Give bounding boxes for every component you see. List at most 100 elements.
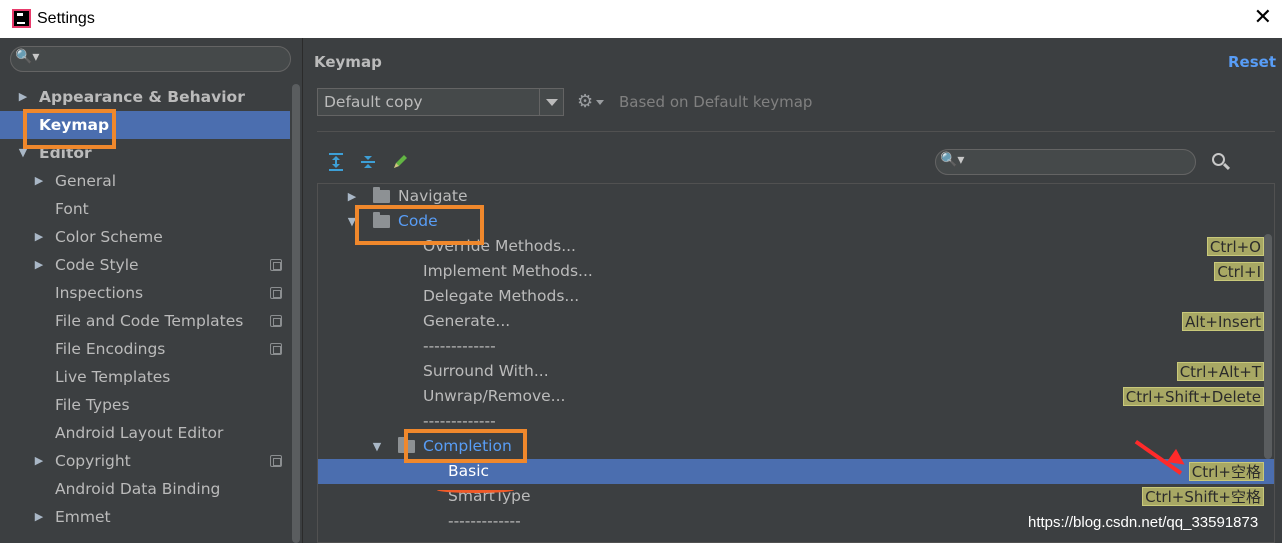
action-label: Unwrap/Remove... [423, 387, 566, 405]
settings-search-input[interactable]: 🔍▾ [10, 46, 291, 72]
sidebar-item-color-scheme[interactable]: ▶ Color Scheme [0, 223, 288, 251]
shortcut-badge: Ctrl+I [1214, 262, 1264, 281]
tree-node-label: Navigate [398, 187, 468, 205]
scrollbar-thumb[interactable] [1264, 234, 1272, 459]
scrollbar-thumb[interactable] [292, 84, 300, 543]
sidebar-item-label: Code Style [55, 256, 139, 274]
edit-pencil-icon[interactable] [391, 153, 409, 171]
settings-sidebar: 🔍▾ ▶ Appearance & Behavior Keymap ▼ Edit… [0, 38, 303, 543]
sidebar-item-editor[interactable]: ▼ Editor [0, 139, 288, 167]
collapse-all-icon[interactable] [359, 153, 377, 171]
find-by-shortcut-icon[interactable] [1210, 151, 1232, 173]
reset-link[interactable]: Reset [1228, 53, 1276, 71]
shortcut-badge: Ctrl+O [1206, 237, 1264, 256]
sidebar-item-label: Live Templates [55, 368, 171, 386]
action-label: Basic [448, 462, 490, 480]
chevron-down-icon[interactable] [539, 89, 563, 115]
action-row[interactable]: Generate... Alt+Insert [318, 309, 1274, 334]
search-icon: 🔍▾ [940, 152, 965, 168]
sidebar-item-general[interactable]: ▶ General [0, 167, 288, 195]
gear-icon[interactable]: ⚙ [577, 91, 593, 112]
keymap-search-input[interactable]: 🔍▾ [935, 149, 1196, 175]
project-settings-icon [270, 287, 282, 299]
sidebar-item-file-types[interactable]: File Types [0, 391, 288, 419]
expand-arrow-icon: ▶ [34, 510, 44, 523]
sidebar-item-emmet[interactable]: ▶ Emmet [0, 503, 288, 531]
action-label: Override Methods... [423, 237, 576, 255]
sidebar-item-label: Font [55, 200, 89, 218]
sidebar-item-android-data-binding[interactable]: Android Data Binding [0, 475, 288, 503]
sidebar-item-copyright[interactable]: ▶ Copyright [0, 447, 288, 475]
project-settings-icon [270, 315, 282, 327]
separator-row: ------------- [318, 334, 1274, 359]
intellij-app-icon [12, 9, 31, 28]
sidebar-item-file-code-templates[interactable]: File and Code Templates [0, 307, 288, 335]
tree-node-label: Code [398, 212, 438, 230]
collapse-arrow-icon: ▼ [347, 215, 357, 228]
expand-arrow-icon: ▶ [18, 90, 28, 103]
action-row-partial[interactable] [318, 534, 1274, 542]
sidebar-item-code-style[interactable]: ▶ Code Style [0, 251, 288, 279]
sidebar-item-label: Android Data Binding [55, 480, 221, 498]
shortcut-badge: Ctrl+空格 [1188, 462, 1264, 481]
actions-tree-scrollbar[interactable] [1262, 184, 1274, 542]
page-title: Keymap [314, 53, 382, 71]
action-row[interactable]: Unwrap/Remove... Ctrl+Shift+Delete [318, 384, 1274, 409]
sidebar-item-label: Inspections [55, 284, 144, 302]
sidebar-item-keymap[interactable]: Keymap [0, 111, 302, 139]
sidebar-item-android-layout-editor[interactable]: Android Layout Editor [0, 419, 288, 447]
sidebar-item-label: Copyright [55, 452, 131, 470]
separator-label: ------------- [448, 512, 521, 530]
sidebar-item-label: Color Scheme [55, 228, 163, 246]
expand-all-icon[interactable] [327, 153, 345, 171]
sidebar-item-label: Keymap [39, 116, 110, 134]
action-row[interactable]: Override Methods... Ctrl+O [318, 234, 1274, 259]
shortcut-badge: Ctrl+Shift+空格 [1142, 487, 1264, 506]
tree-node-navigate[interactable]: ▶ Navigate [318, 184, 1274, 209]
shortcut-badge: Ctrl+Shift+Delete [1122, 387, 1264, 406]
keymap-panel: Keymap Reset Default copy ⚙ Based on Def… [303, 38, 1282, 543]
sidebar-item-font[interactable]: Font [0, 195, 288, 223]
expand-arrow-icon: ▶ [34, 174, 44, 187]
project-settings-icon [270, 455, 282, 467]
tree-node-label: Completion [423, 437, 512, 455]
sidebar-item-label: File and Code Templates [55, 312, 244, 330]
action-row[interactable]: Surround With... Ctrl+Alt+T [318, 359, 1274, 384]
divider [317, 131, 1275, 132]
action-row[interactable]: Delegate Methods... [318, 284, 1274, 309]
shortcut-badge: Alt+Insert [1182, 312, 1264, 331]
action-row-selected[interactable]: Basic Ctrl+空格 [318, 459, 1274, 484]
separator-row: ------------- [318, 409, 1274, 434]
expand-arrow-icon: ▶ [34, 230, 44, 243]
separator-label: ------------- [423, 337, 496, 355]
sidebar-item-label: Editor [39, 144, 92, 162]
project-settings-icon [270, 343, 282, 355]
action-label: Surround With... [423, 362, 549, 380]
keymap-scheme-select[interactable]: Default copy [317, 88, 564, 116]
sidebar-item-appearance-behavior[interactable]: ▶ Appearance & Behavior [0, 83, 288, 111]
collapse-arrow-icon: ▼ [372, 440, 382, 453]
action-row[interactable]: Implement Methods... Ctrl+I [318, 259, 1274, 284]
sidebar-item-inspections[interactable]: Inspections [0, 279, 288, 307]
separator-label: ------------- [423, 412, 496, 430]
action-label: Delegate Methods... [423, 287, 580, 305]
folder-icon [398, 437, 415, 453]
search-icon: 🔍▾ [15, 49, 40, 65]
annotation-underline-basic [437, 487, 514, 493]
gear-menu-caret-icon[interactable] [596, 100, 604, 105]
sidebar-item-file-encodings[interactable]: File Encodings [0, 335, 288, 363]
watermark: https://blog.csdn.net/qq_33591873 [1028, 514, 1259, 531]
tree-node-completion[interactable]: ▼ Completion [318, 434, 1274, 459]
sidebar-item-label: Emmet [55, 508, 111, 526]
sidebar-item-label: Android Layout Editor [55, 424, 224, 442]
tree-node-code[interactable]: ▼ Code [318, 209, 1274, 234]
based-on-label: Based on Default keymap [619, 93, 813, 111]
expand-arrow-icon: ▶ [347, 190, 357, 203]
collapse-arrow-icon: ▼ [18, 146, 28, 159]
sidebar-item-live-templates[interactable]: Live Templates [0, 363, 288, 391]
shortcut-badge: Ctrl+Alt+T [1176, 362, 1264, 381]
folder-icon [373, 212, 390, 228]
sidebar-scrollbar[interactable] [290, 84, 302, 543]
close-icon[interactable]: ✕ [1254, 5, 1272, 30]
keymap-scheme-value: Default copy [324, 93, 423, 111]
